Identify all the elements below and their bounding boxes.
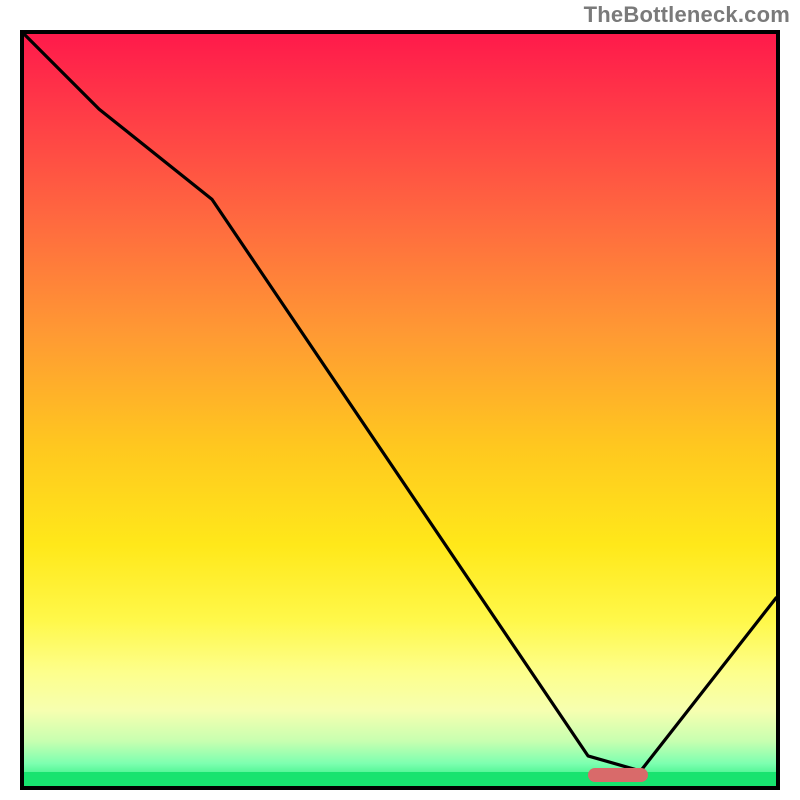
curve-svg	[24, 34, 776, 786]
curve-path	[24, 34, 776, 771]
optimal-marker	[588, 768, 648, 782]
plot-frame	[20, 30, 780, 790]
chart-canvas: TheBottleneck.com	[0, 0, 800, 800]
watermark-text: TheBottleneck.com	[584, 2, 790, 28]
